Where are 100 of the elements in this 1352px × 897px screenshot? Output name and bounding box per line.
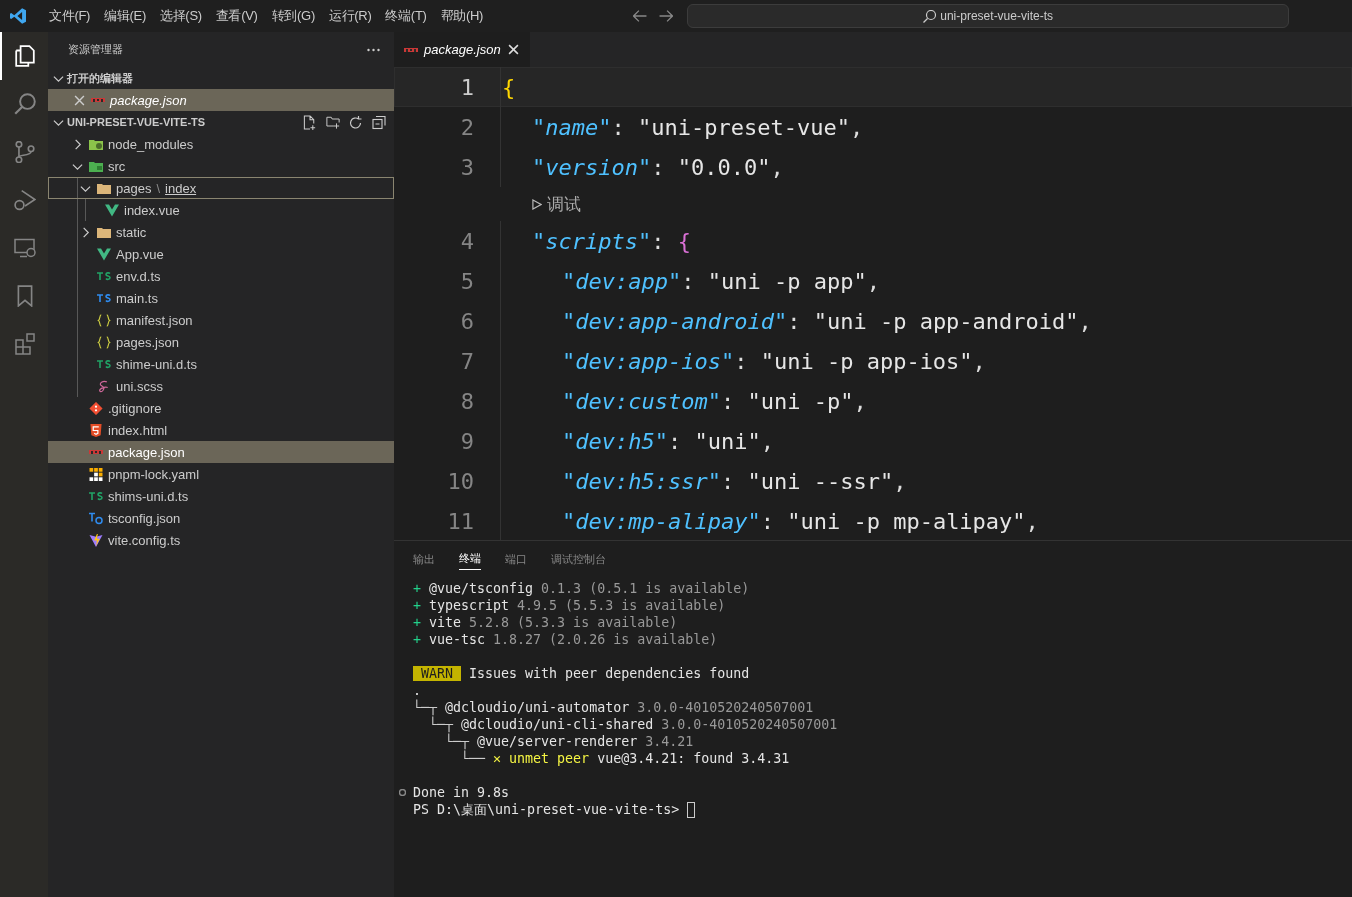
- forward-arrow-icon[interactable]: [659, 10, 674, 22]
- json-string: "uni -p mp-alipay": [787, 508, 1026, 534]
- tree-item[interactable]: pages.json: [48, 331, 394, 353]
- version-text: 3.0.0-4010520240507001: [636, 700, 814, 715]
- tree-item[interactable]: manifest.json: [48, 309, 394, 331]
- tree-item[interactable]: node_modules: [48, 133, 394, 155]
- tree-item[interactable]: .gitignore: [48, 397, 394, 419]
- punctuation: ,: [972, 348, 986, 374]
- menu-item[interactable]: 编辑(E): [97, 7, 153, 25]
- terminal-text: .: [413, 683, 421, 698]
- json-string: "0.0.0": [677, 154, 771, 180]
- punctuation: ,: [760, 428, 774, 454]
- tree-lines: └──: [461, 751, 487, 766]
- tree-item[interactable]: tsconfig.json: [48, 507, 394, 529]
- menu-item[interactable]: 转到(G): [264, 7, 322, 25]
- menu-item[interactable]: 运行(R): [321, 7, 379, 25]
- panel-tab[interactable]: 输出: [413, 548, 435, 570]
- tree-item[interactable]: App.vue: [48, 243, 394, 265]
- punctuation: ,: [853, 388, 867, 414]
- line-number: 6: [459, 308, 475, 334]
- terminal-text: vue-tsc: [429, 632, 486, 647]
- new-folder-icon[interactable]: [326, 114, 340, 130]
- line-number: 1: [459, 74, 475, 100]
- error-text: ✕ unmet peer: [493, 751, 590, 766]
- new-file-icon[interactable]: [303, 114, 317, 130]
- tree-item[interactable]: static: [48, 221, 394, 243]
- punctuation: ,: [866, 268, 880, 294]
- folder-icon: [89, 137, 103, 151]
- tree-item[interactable]: env.d.ts: [48, 265, 394, 287]
- plus-sign: +: [413, 581, 422, 596]
- tree-item[interactable]: index.vue: [48, 199, 394, 221]
- json-string: "uni -p app-android": [813, 308, 1079, 334]
- menu-item[interactable]: 帮助(H): [433, 7, 491, 25]
- brace: {: [502, 74, 516, 100]
- file-name: .gitignore: [108, 400, 162, 416]
- refresh-icon[interactable]: [349, 114, 363, 130]
- tree-lines: └─┬: [445, 734, 470, 749]
- tree-item[interactable]: uni.scss: [48, 375, 394, 397]
- menu-item[interactable]: 选择(S): [152, 7, 209, 25]
- section-header[interactable]: 打开的编辑器: [48, 67, 394, 89]
- line-number: 10: [446, 468, 475, 494]
- collapse-all-icon[interactable]: [372, 114, 386, 130]
- line-number: 5: [459, 268, 475, 294]
- panel-tab[interactable]: 终端: [459, 548, 481, 570]
- json-key: "dev:app-android": [562, 308, 788, 334]
- close-icon[interactable]: [507, 44, 519, 55]
- pnpm-icon: [89, 467, 103, 481]
- more-actions-icon[interactable]: [367, 47, 380, 52]
- menu-item[interactable]: 查看(V): [208, 7, 265, 25]
- file-name: shime-uni.d.ts: [116, 356, 197, 372]
- tree-item[interactable]: pnpm-lock.yaml: [48, 463, 394, 485]
- tree-item[interactable]: vite.config.ts: [48, 529, 394, 551]
- punctuation: :: [787, 308, 802, 334]
- file-name: pages.json: [116, 334, 179, 350]
- file-name: index.vue: [124, 202, 180, 218]
- folder-icon: [97, 181, 111, 195]
- tree-item[interactable]: shime-uni.d.ts: [48, 353, 394, 375]
- terminal-text: @dcloudio/uni-automator: [445, 700, 630, 715]
- version-text: 3.0.0-4010520240507001: [660, 717, 838, 732]
- tree-item[interactable]: src: [48, 155, 394, 177]
- punctuation: :: [720, 468, 736, 494]
- codelens-link[interactable]: 调试: [532, 192, 581, 216]
- tree-item[interactable]: pages \ index: [48, 177, 394, 199]
- monitor-icon: [14, 237, 36, 259]
- version-text: 4.9.5 (5.5.3 is available): [516, 598, 726, 613]
- file-name: uni.scss: [116, 378, 163, 394]
- vue-icon: [105, 203, 119, 217]
- file-name: shims-uni.d.ts: [108, 488, 189, 504]
- file-name: App.vue: [116, 246, 164, 262]
- tree-item[interactable]: main.ts: [48, 287, 394, 309]
- path-separator: \: [156, 180, 161, 196]
- tree-item[interactable]: shims-uni.d.ts: [48, 485, 394, 507]
- punctuation: ,: [893, 468, 907, 494]
- open-editor-item[interactable]: package.json: [48, 89, 394, 111]
- command-center-field[interactable]: uni-preset-vue-vite-ts: [687, 4, 1290, 28]
- panel-tab[interactable]: 调试控制台: [551, 548, 606, 570]
- line-number: 11: [446, 508, 475, 534]
- sidebar-title: 资源管理器: [68, 42, 123, 57]
- punctuation: :: [651, 228, 666, 254]
- editor-tab[interactable]: package.json: [394, 32, 530, 67]
- line-number: 9: [459, 428, 475, 454]
- terminal-text: @vue/tsconfig: [429, 581, 534, 596]
- json-key: "dev:h5:ssr": [562, 468, 721, 494]
- tree-item[interactable]: index.html: [48, 419, 394, 441]
- menu-item[interactable]: 文件(F): [42, 7, 98, 25]
- search-icon: [14, 93, 36, 115]
- back-arrow-icon[interactable]: [633, 10, 648, 22]
- menu-item[interactable]: 终端(T): [378, 7, 434, 25]
- file-name: static: [116, 224, 147, 240]
- json-key: "dev:app": [562, 268, 682, 294]
- file-name: package.json: [108, 444, 185, 460]
- ts-icon: [97, 357, 111, 371]
- punctuation: ,: [849, 114, 864, 140]
- json-string: "uni -p": [747, 388, 854, 414]
- vite-icon: [89, 533, 103, 547]
- panel-tab[interactable]: 端口: [505, 548, 527, 570]
- json-string: "uni": [694, 428, 761, 454]
- search-icon: [923, 9, 937, 23]
- tree-item[interactable]: package.json: [48, 441, 394, 463]
- section-header[interactable]: UNI-PRESET-VUE-VITE-TS: [48, 111, 394, 133]
